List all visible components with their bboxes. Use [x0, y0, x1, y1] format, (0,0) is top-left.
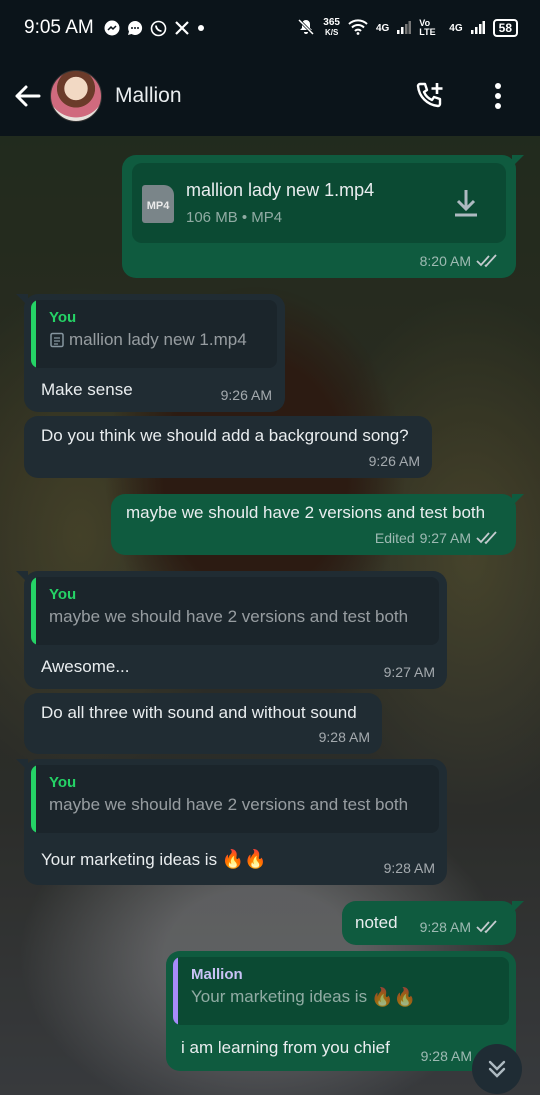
message-outgoing[interactable]: maybe we should have 2 versions and test…	[111, 494, 524, 555]
quote-text-row: Your marketing ideas is 🔥🔥	[191, 985, 497, 1009]
fire-emoji: 🔥🔥	[221, 849, 267, 869]
file-type-icon: MP4	[142, 185, 174, 223]
message-time: 9:28 AM	[318, 729, 370, 745]
edited-label: Edited	[374, 530, 415, 546]
message-text: Awesome...	[41, 657, 130, 676]
message-meta: 9:28 AM	[420, 916, 500, 938]
quote-author: You	[49, 774, 77, 791]
net1-label: 4G	[375, 22, 390, 34]
message-incoming[interactable]: You mallion lady new 1.mp4 Make sense 9:…	[16, 294, 285, 412]
quoted-message[interactable]: You maybe we should have 2 versions and …	[31, 765, 439, 833]
quote-text: maybe we should have 2 versions and test…	[49, 795, 409, 814]
volte-label: Vo LTE	[419, 18, 436, 37]
whatsapp-icon	[150, 20, 167, 37]
net2-label: 4G	[449, 22, 463, 34]
quote-author: You	[49, 586, 77, 603]
arrow-left-icon	[15, 85, 41, 107]
message-text: i am learning from you chief	[181, 1038, 390, 1057]
download-icon	[455, 190, 477, 217]
message-outgoing[interactable]: Mallion Your marketing ideas is 🔥🔥 i am …	[166, 951, 516, 1071]
file-name: mallion lady new 1.mp4	[186, 180, 375, 200]
data-speed-value: 365	[323, 17, 340, 28]
quote-text: Your marketing ideas is	[191, 987, 368, 1006]
status-time: 9:05 AM	[24, 17, 94, 38]
avatar[interactable]	[50, 70, 102, 122]
wifi-icon	[348, 18, 368, 38]
message-incoming[interactable]: You maybe we should have 2 versions and …	[16, 571, 447, 689]
message-time: 9:27 AM	[419, 530, 471, 546]
message-outgoing-file[interactable]: MP4 mallion lady new 1.mp4 106 MB • MP4 …	[122, 155, 524, 278]
message-time: 9:28 AM	[419, 919, 471, 935]
more-icon	[495, 83, 501, 109]
signal-icon	[470, 20, 485, 37]
quoted-message[interactable]: Mallion Your marketing ideas is 🔥🔥	[173, 957, 509, 1025]
file-meta: 106 MB • MP4	[186, 209, 283, 226]
mute-icon	[297, 18, 315, 39]
dot-icon	[197, 24, 205, 32]
scroll-to-bottom-button[interactable]	[472, 1044, 522, 1094]
status-bar: 9:05 AM 365 K/S 4G Vo LTE 4G 58	[0, 0, 540, 56]
message-text: maybe we should have 2 versions and test…	[126, 503, 486, 522]
battery-indicator: 58	[492, 19, 518, 37]
messenger-icon	[104, 20, 120, 36]
x-icon	[174, 20, 190, 36]
quote-author: You	[49, 309, 77, 326]
double-check-icon	[476, 531, 497, 545]
file-attachment[interactable]: MP4 mallion lady new 1.mp4 106 MB • MP4	[132, 163, 506, 243]
quoted-message[interactable]: You maybe we should have 2 versions and …	[31, 577, 439, 645]
download-button[interactable]	[448, 185, 484, 221]
message-time: 9:27 AM	[383, 664, 435, 680]
double-check-icon	[476, 254, 497, 268]
message-outgoing[interactable]: noted 9:28 AM	[342, 901, 524, 945]
message-text: Your marketing ideas is	[41, 850, 218, 869]
back-button[interactable]	[4, 73, 50, 119]
quoted-message[interactable]: You mallion lady new 1.mp4	[31, 300, 277, 368]
message-text: Make sense	[41, 380, 133, 399]
message-incoming[interactable]: You maybe we should have 2 versions and …	[16, 759, 447, 885]
data-speed-unit: K/S	[324, 28, 339, 37]
message-time: 9:28 AM	[420, 1048, 472, 1064]
document-icon	[50, 332, 64, 348]
chat-header: Mallion	[0, 56, 540, 136]
more-options-button[interactable]	[474, 72, 522, 120]
message-meta: 8:20 AM	[420, 250, 500, 272]
data-speed: 365 K/S	[323, 18, 340, 38]
message-time: 8:20 AM	[419, 253, 471, 269]
quote-text: maybe we should have 2 versions and test…	[49, 607, 409, 626]
add-call-button[interactable]	[406, 72, 454, 120]
quote-author: Mallion	[191, 966, 243, 983]
status-right: 365 K/S 4G Vo LTE 4G 58	[297, 18, 518, 39]
fire-emoji: 🔥🔥	[371, 987, 416, 1007]
double-check-icon	[476, 920, 497, 934]
message-time: 9:26 AM	[220, 387, 272, 403]
message-time: 9:28 AM	[383, 860, 435, 876]
chat-icon	[127, 20, 143, 36]
signal-icon	[397, 20, 412, 37]
quote-text: mallion lady new 1.mp4	[69, 330, 247, 349]
quote-text-row: mallion lady new 1.mp4	[49, 328, 265, 352]
contact-name[interactable]: Mallion	[115, 84, 182, 108]
message-text-row: Your marketing ideas is 🔥🔥	[41, 848, 267, 871]
message-text: Do you think we should add a background …	[41, 426, 409, 445]
double-chevron-down-icon	[488, 1060, 506, 1078]
message-time: 9:26 AM	[368, 453, 420, 469]
message-incoming[interactable]: Do all three with sound and without soun…	[24, 693, 382, 754]
message-text: noted	[355, 913, 398, 932]
message-meta: Edited 9:27 AM	[375, 527, 500, 549]
message-incoming[interactable]: Do you think we should add a background …	[24, 416, 432, 478]
message-text: Do all three with sound and without soun…	[41, 703, 357, 722]
add-call-icon	[416, 82, 443, 108]
